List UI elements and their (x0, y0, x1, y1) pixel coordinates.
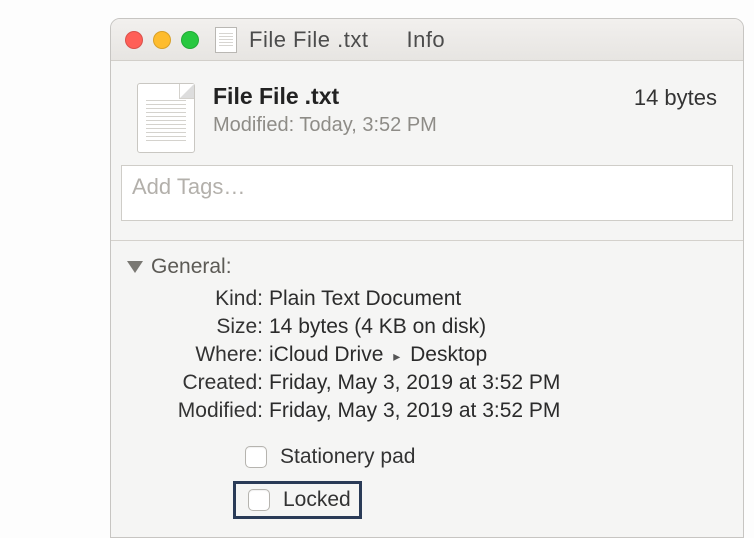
file-size: 14 bytes (634, 83, 717, 111)
modified-label-2: Modified: (117, 399, 263, 423)
minimize-icon[interactable] (153, 31, 171, 49)
kind-value: Plain Text Document (269, 287, 717, 311)
zoom-icon[interactable] (181, 31, 199, 49)
size-label: Size: (117, 315, 263, 339)
modified-value-2: Friday, May 3, 2019 at 3:52 PM (269, 399, 717, 423)
filename-ext: .txt (305, 83, 340, 110)
tags-input[interactable] (121, 165, 733, 221)
where-part-2: Desktop (410, 343, 487, 366)
general-details: Kind: Plain Text Document Size: 14 bytes… (111, 285, 743, 435)
filename: File File .txt (213, 83, 634, 110)
checkbox-group: Stationery pad Locked (111, 435, 743, 535)
title-suffix: Info (406, 27, 445, 53)
created-value: Friday, May 3, 2019 at 3:52 PM (269, 371, 717, 395)
divider (111, 240, 743, 241)
disclosure-triangle-icon[interactable] (127, 261, 143, 273)
document-icon (137, 83, 195, 153)
locked-label: Locked (283, 488, 351, 512)
kind-label: Kind: (117, 287, 263, 311)
section-general[interactable]: General: (111, 249, 743, 285)
created-label: Created: (117, 371, 263, 395)
traffic-lights (125, 31, 199, 49)
locked-row[interactable]: Locked (233, 481, 362, 519)
window-title: File File .txt Info (249, 27, 445, 53)
file-icon (215, 27, 237, 53)
size-value: 14 bytes (4 KB on disk) (269, 315, 717, 339)
where-label: Where: (117, 343, 263, 367)
filename-base: File File (213, 83, 299, 110)
file-summary: File File .txt Modified: Today, 3:52 PM … (111, 61, 743, 165)
close-icon[interactable] (125, 31, 143, 49)
modified-label: Modified: (213, 114, 294, 136)
stationery-row[interactable]: Stationery pad (233, 439, 423, 475)
locked-checkbox[interactable] (248, 489, 270, 511)
stationery-checkbox[interactable] (245, 446, 267, 468)
titlebar: File File .txt Info (111, 19, 743, 61)
info-window: File File .txt Info File File .txt Modif… (110, 18, 744, 538)
modified-value: Today, 3:52 PM (299, 114, 436, 136)
title-filename: File File .txt (249, 27, 368, 53)
stationery-label: Stationery pad (280, 445, 415, 469)
section-label: General: (151, 255, 232, 279)
where-value: iCloud Drive ▸ Desktop (269, 343, 717, 367)
path-separator-icon: ▸ (389, 348, 404, 364)
where-part-1: iCloud Drive (269, 343, 383, 366)
